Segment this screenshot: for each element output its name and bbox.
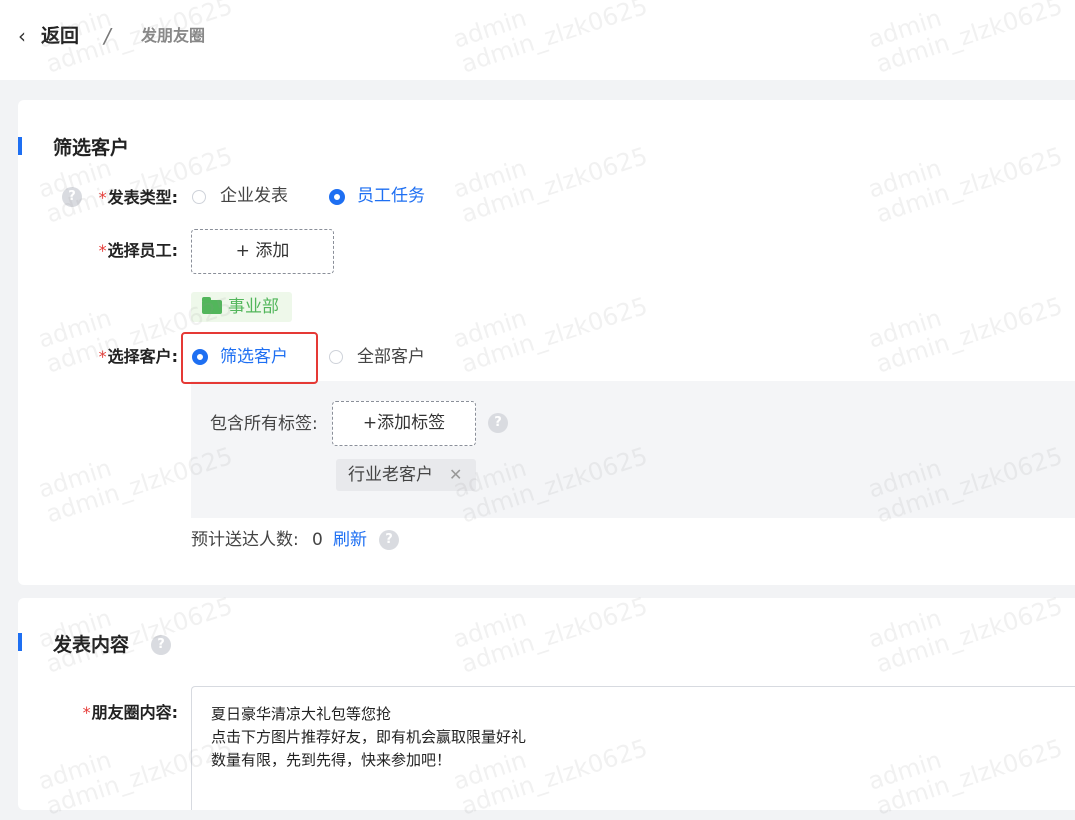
chevron-left-icon[interactable]: ‹ [18,24,26,48]
content-line: 点击下方图片推荐好友，即有机会赢取限量好礼 [211,728,527,746]
radio-staff-task[interactable] [329,189,345,205]
radio-label-all-customers[interactable]: 全部客户 [357,346,425,368]
required-mark: * [98,188,107,207]
breadcrumb-current: 发朋友圈 [141,26,206,45]
radio-label-enterprise-publish[interactable]: 企业发表 [220,185,288,207]
estimate-count: 0 [312,530,323,550]
folder-icon [202,297,222,314]
moments-content-label: *朋友圈内容: [82,703,178,722]
dept-tag: 事业部 [191,292,292,322]
close-icon[interactable]: ✕ [449,459,462,491]
required-mark: * [82,703,91,722]
refresh-link[interactable]: 刷新 [333,529,367,551]
radio-enterprise-publish[interactable] [192,190,206,204]
customer-tag-chip: 行业老客户 ✕ [336,459,476,491]
help-icon[interactable]: ? [379,530,399,550]
include-tags-label: 包含所有标签: [210,414,318,434]
add-staff-button[interactable]: + 添加 [191,229,334,274]
content-line: 夏日豪华清凉大礼包等您抢 [211,705,392,723]
publish-type-label: *发表类型: [98,188,178,207]
section-title-filter: 筛选客户 [53,137,130,159]
help-icon[interactable]: ? [62,187,82,207]
section-accent-bar [18,633,22,651]
section-accent-bar [18,137,22,155]
dept-tag-label: 事业部 [228,297,279,317]
radio-label-staff-task[interactable]: 员工任务 [357,185,425,207]
estimate-label: 预计送达人数: [191,530,299,550]
content-line: 数量有限，先到先得，快来参加吧！ [211,751,452,769]
moments-content-textarea[interactable]: 夏日豪华清凉大礼包等您抢 点击下方图片推荐好友，即有机会赢取限量好礼 数量有限，… [191,686,1075,810]
top-bar: ‹ 返回 / 发朋友圈 [0,0,1075,80]
help-icon[interactable]: ? [488,413,508,433]
breadcrumb-separator: / [104,24,111,48]
customer-tag-label: 行业老客户 [348,465,433,485]
help-icon[interactable]: ? [151,635,171,655]
section-title-content: 发表内容 [53,634,130,656]
required-mark: * [98,241,107,260]
tag-filter-panel [191,381,1075,518]
add-tag-button[interactable]: +添加标签 [332,401,476,446]
select-customer-label: *选择客户: [98,347,178,366]
select-staff-label: *选择员工: [98,241,178,260]
required-mark: * [98,347,107,366]
highlight-box [181,332,318,384]
back-button[interactable]: 返回 [41,24,79,48]
radio-all-customers[interactable] [329,350,343,364]
